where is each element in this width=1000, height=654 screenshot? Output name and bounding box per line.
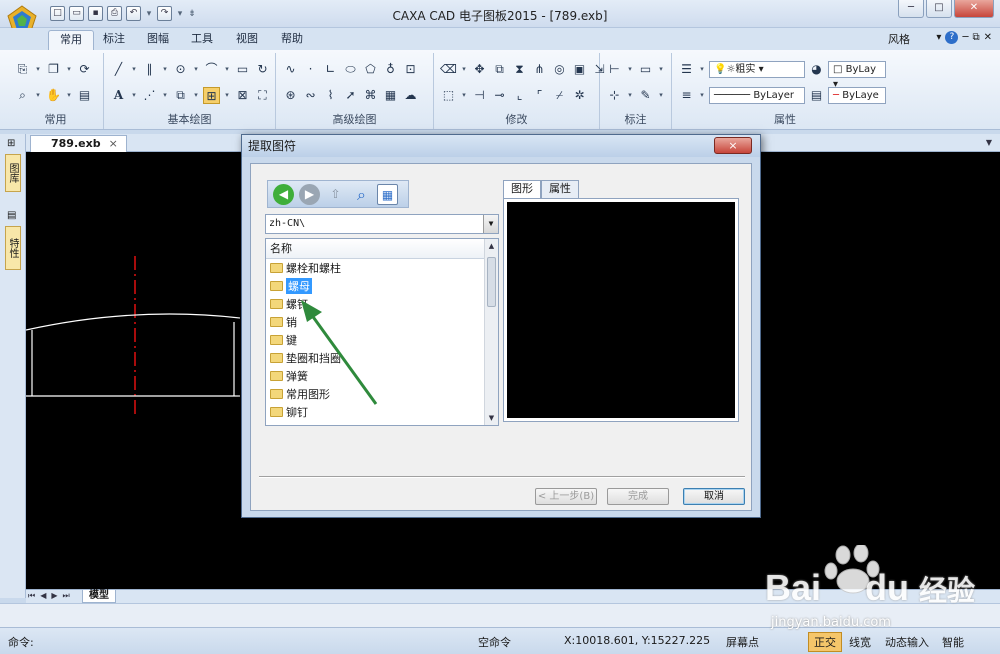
baidu-watermark: Bai du 经验 jingyan.baidu.com [765, 543, 980, 635]
watermark-brand: Bai [765, 567, 822, 608]
watermark-brand2: du [865, 567, 910, 608]
watermark-cn: 经验 [919, 575, 976, 606]
annotation-arrow-shaft [309, 313, 378, 405]
annotation-arrow-head [301, 300, 322, 322]
watermark-url: jingyan.baidu.com [771, 615, 891, 630]
